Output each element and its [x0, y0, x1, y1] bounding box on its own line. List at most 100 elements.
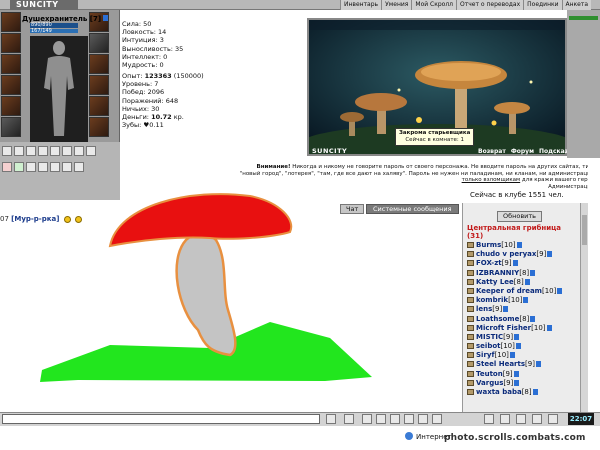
info-icon[interactable] — [103, 15, 109, 21]
user-list-item[interactable]: Siryf[10] — [467, 351, 579, 360]
info-icon[interactable] — [512, 260, 518, 267]
info-icon[interactable] — [503, 306, 509, 313]
user-list-item[interactable]: Burms[10] — [467, 241, 579, 250]
user-list-item[interactable]: lens[9] — [467, 305, 579, 314]
menu-item-fights[interactable]: Поединки — [523, 0, 562, 10]
user-list-item[interactable]: IZBRANNIY[8] — [467, 269, 579, 278]
scroll-icon[interactable] — [26, 162, 36, 172]
user-name[interactable]: Microft Fisher — [476, 324, 531, 332]
mini-slot-icon[interactable] — [50, 146, 60, 156]
user-list-item[interactable]: kombrik[10] — [467, 296, 579, 305]
user-list-item[interactable]: Loathsome[8] — [467, 315, 579, 324]
smile-menu-icon[interactable] — [418, 414, 428, 424]
exit-icon[interactable] — [548, 414, 558, 424]
user-name[interactable]: MISTIC — [476, 333, 503, 341]
chat-nick[interactable]: [Мур-р-рка] — [11, 215, 59, 223]
character-figure[interactable] — [30, 36, 88, 142]
info-icon[interactable] — [513, 370, 519, 377]
user-list-item[interactable]: Steel Hearts[9] — [467, 360, 579, 369]
user-name[interactable]: Vargus — [476, 379, 503, 387]
mail-icon[interactable] — [516, 414, 526, 424]
user-name[interactable]: Keeper of dream — [476, 287, 542, 295]
info-icon[interactable] — [514, 379, 520, 386]
sound-icon[interactable] — [484, 414, 494, 424]
mini-slot-icon[interactable] — [38, 146, 48, 156]
boots-slot-icon[interactable] — [89, 117, 109, 137]
user-name[interactable]: Burms — [476, 241, 501, 249]
chat-input[interactable] — [2, 414, 320, 424]
user-list-item[interactable]: chudo v peryax[9] — [467, 250, 579, 259]
user-list-item[interactable]: FOX-zt[9] — [467, 259, 579, 268]
mini-slot-icon[interactable] — [38, 162, 48, 172]
info-icon[interactable] — [515, 343, 521, 350]
refresh-button[interactable]: Обновить — [497, 211, 542, 222]
potion-icon[interactable] — [14, 162, 24, 172]
menu-item-transfers[interactable]: Отчет о переводах — [456, 0, 524, 10]
user-list-item[interactable]: waxta baba[8] — [467, 388, 579, 397]
music-icon[interactable] — [404, 414, 414, 424]
weapon-slot-icon[interactable] — [1, 54, 21, 74]
user-list-scrollbar[interactable] — [580, 203, 588, 413]
user-name[interactable]: Katty Lee — [476, 278, 514, 286]
user-name[interactable]: Siryf — [476, 351, 495, 359]
mini-slot-icon[interactable] — [62, 162, 72, 172]
mini-slot-icon[interactable] — [2, 146, 12, 156]
scroll-thumb[interactable] — [582, 215, 587, 245]
user-name[interactable]: Steel Hearts — [476, 360, 525, 368]
mini-slot-icon[interactable] — [86, 146, 96, 156]
menu-item-inventory[interactable]: Инвентарь — [340, 0, 382, 10]
ring-slot-icon[interactable] — [89, 33, 109, 53]
bag-icon[interactable] — [532, 414, 542, 424]
menu-item-my-scroll[interactable]: Мой Скролл — [411, 0, 457, 10]
return-link[interactable]: Возврат — [478, 148, 506, 155]
user-name[interactable]: kombrik — [476, 296, 508, 304]
user-list-item[interactable]: Vargus[9] — [467, 379, 579, 388]
user-list-item[interactable]: MISTIC[9] — [467, 333, 579, 342]
user-list-item[interactable]: seibot[10] — [467, 342, 579, 351]
info-icon[interactable] — [524, 278, 530, 285]
info-icon[interactable] — [532, 389, 538, 395]
user-list-item[interactable]: Katty Lee[8] — [467, 278, 579, 287]
info-icon[interactable] — [514, 333, 520, 340]
mini-slot-icon[interactable] — [26, 146, 36, 156]
shield-slot-icon[interactable] — [89, 75, 109, 95]
user-name[interactable]: lens — [476, 305, 492, 313]
info-icon[interactable] — [557, 287, 563, 294]
info-icon[interactable] — [547, 251, 553, 258]
gloves-slot-icon[interactable] — [1, 117, 21, 137]
settings-icon[interactable] — [432, 414, 442, 424]
mini-slot-icon[interactable] — [74, 162, 84, 172]
menu-item-profile[interactable]: Анкета — [561, 0, 592, 10]
info-icon[interactable] — [516, 242, 522, 248]
send-icon[interactable] — [326, 414, 336, 424]
bracer-slot-icon[interactable] — [89, 54, 109, 74]
mini-slot-icon[interactable] — [50, 162, 60, 172]
info-icon[interactable] — [530, 315, 536, 322]
user-list-item[interactable]: Teuton[9] — [467, 370, 579, 379]
mini-slot-icon[interactable] — [62, 146, 72, 156]
amulet-slot-icon[interactable] — [1, 33, 21, 53]
menu-item-skills[interactable]: Умения — [381, 0, 412, 10]
armor-slot-icon[interactable] — [1, 75, 21, 95]
mini-slot-icon[interactable] — [14, 146, 24, 156]
clear-icon[interactable] — [344, 414, 354, 424]
trade-icon[interactable] — [500, 414, 510, 424]
user-name[interactable]: Teuton — [476, 370, 503, 378]
info-icon[interactable] — [546, 324, 552, 331]
helmet-slot-icon[interactable] — [1, 12, 21, 32]
fight-icon[interactable] — [390, 414, 400, 424]
user-name[interactable]: FOX-zt — [476, 259, 502, 267]
mini-slot-icon[interactable] — [74, 146, 84, 156]
user-list-item[interactable]: Microft Fisher[10] — [467, 324, 579, 333]
filter-icon[interactable] — [362, 414, 372, 424]
info-icon[interactable] — [509, 352, 515, 359]
user-list-item[interactable]: Keeper of dream[10] — [467, 287, 579, 296]
heart-icon[interactable] — [2, 162, 12, 172]
user-name[interactable]: seibot — [476, 342, 500, 350]
user-name[interactable]: IZBRANNIY — [476, 269, 519, 277]
leggings-slot-icon[interactable] — [89, 96, 109, 116]
user-name[interactable]: Loathsome — [476, 315, 519, 323]
forum-link[interactable]: Форум — [511, 148, 534, 155]
info-icon[interactable] — [530, 269, 536, 276]
info-icon[interactable] — [535, 361, 541, 368]
